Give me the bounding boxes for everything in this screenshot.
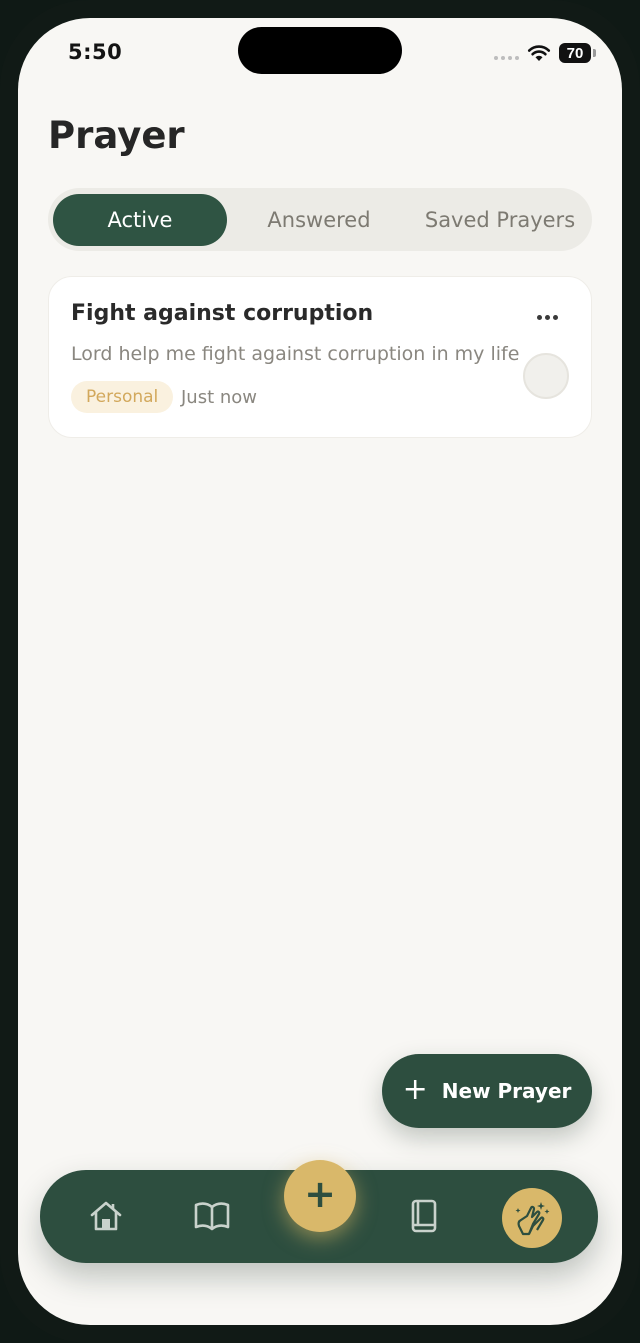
home-icon[interactable] [86, 1196, 126, 1236]
praying-hands-icon[interactable] [502, 1188, 562, 1248]
prayer-timestamp: Just now [181, 387, 258, 408]
dynamic-island [238, 27, 402, 74]
cellular-signal-icon [494, 56, 519, 60]
mark-answered-checkbox[interactable] [523, 353, 569, 399]
quick-add-button[interactable]: + [284, 1160, 356, 1232]
wifi-icon [527, 45, 551, 61]
category-tag: Personal [71, 381, 174, 413]
app-screen: 5:50 70 Prayer Active Answered Saved Pra… [18, 18, 622, 1325]
prayer-card[interactable]: Fight against corruption Lord help me fi… [48, 276, 592, 438]
prayer-filter-tabs: Active Answered Saved Prayers [48, 188, 592, 251]
battery-nub [593, 49, 596, 57]
prayer-description: Lord help me fight against corruption in… [71, 343, 520, 365]
more-options-button[interactable] [533, 307, 561, 327]
new-prayer-button[interactable]: + New Prayer [382, 1054, 592, 1128]
plus-icon: + [402, 1071, 428, 1107]
plus-icon: + [304, 1172, 336, 1216]
new-prayer-label: New Prayer [441, 1079, 572, 1103]
tab-answered[interactable]: Answered [238, 194, 400, 246]
page-title: Prayer [48, 114, 185, 157]
tab-active[interactable]: Active [53, 194, 227, 246]
device-frame: 5:50 70 Prayer Active Answered Saved Pra… [0, 0, 640, 1343]
open-book-icon[interactable] [192, 1196, 232, 1236]
journal-icon[interactable] [404, 1196, 444, 1236]
prayer-title: Fight against corruption [71, 301, 374, 326]
battery-icon: 70 [559, 43, 591, 63]
battery-level: 70 [566, 44, 584, 62]
tab-saved-prayers[interactable]: Saved Prayers [414, 194, 586, 246]
status-time: 5:50 [68, 40, 123, 64]
